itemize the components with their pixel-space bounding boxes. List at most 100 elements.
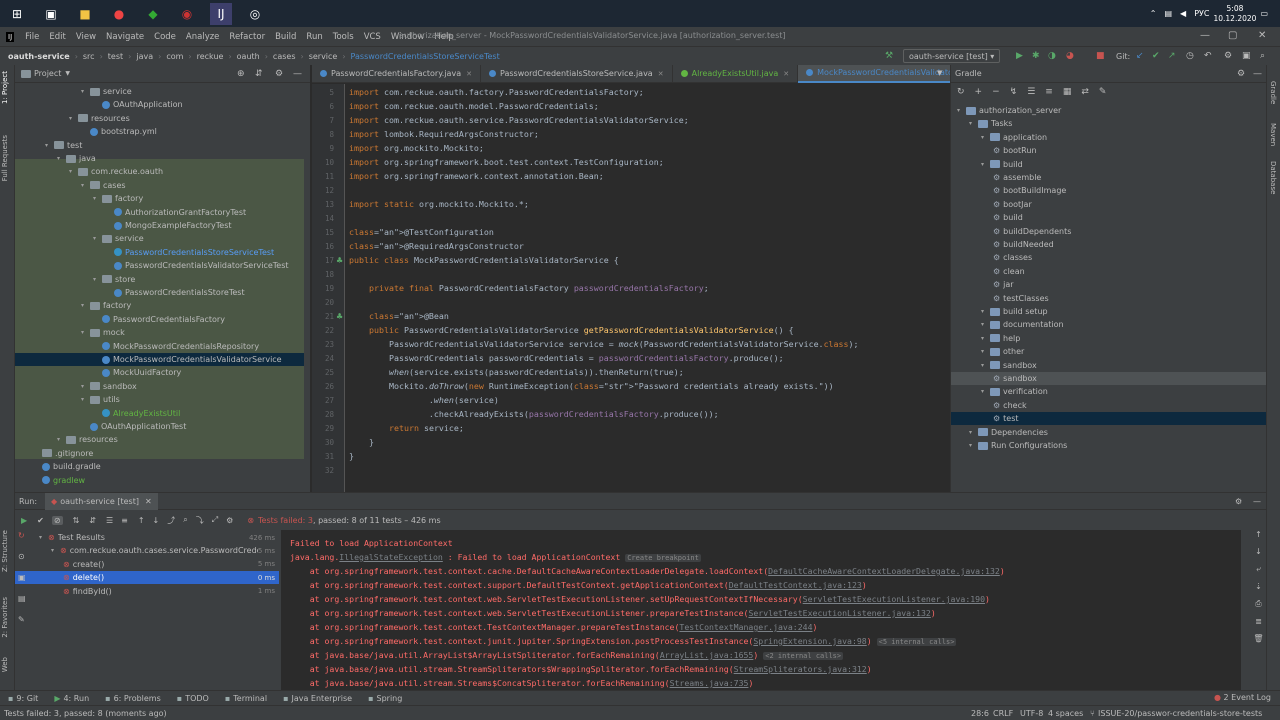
prev-fail-icon[interactable]: ↑ bbox=[138, 516, 145, 525]
file-encoding[interactable]: UTF-8 bbox=[1020, 709, 1043, 718]
stack-link[interactable]: SpringExtension.java:98 bbox=[753, 636, 866, 646]
gradle-tree-item[interactable]: ⚙ bootBuildImage bbox=[993, 184, 1066, 197]
code-line[interactable]: import com.reckue.oauth.service.Password… bbox=[349, 113, 689, 127]
gradle-tree-item[interactable]: ▾ help bbox=[981, 332, 1020, 345]
test-result-item[interactable]: ⊗ create() 5 ms bbox=[15, 558, 279, 571]
chevron-down-icon[interactable]: ▾ bbox=[981, 362, 987, 369]
camera-icon[interactable]: ▣ bbox=[18, 573, 26, 582]
project-tree-item[interactable]: ▾ com.reckue.oauth bbox=[69, 165, 163, 178]
code-line[interactable]: class="an">@Bean bbox=[349, 309, 449, 323]
expand-icon[interactable]: ☰ bbox=[106, 516, 113, 525]
project-tree-item[interactable]: .gitignore bbox=[33, 447, 93, 460]
export-icon[interactable]: ⤴ bbox=[167, 515, 175, 526]
chevron-down-icon[interactable]: ▾ bbox=[981, 321, 987, 328]
close-icon[interactable]: ✕ bbox=[658, 70, 664, 78]
project-tree-item[interactable]: ▾ resources bbox=[57, 433, 118, 446]
console-line[interactable]: at org.springframework.test.context.web.… bbox=[290, 592, 990, 606]
menu-analyze[interactable]: Analyze bbox=[186, 32, 220, 42]
wrench-icon[interactable]: ✎ bbox=[1099, 87, 1107, 97]
hide-icon[interactable]: — bbox=[293, 69, 302, 79]
bottom-tool-0[interactable]: ▪ 9: Git bbox=[8, 694, 38, 703]
console-pill[interactable]: <2 internal calls> bbox=[763, 652, 844, 660]
code-line[interactable]: .checkAlreadyExists(passwordCredentialsF… bbox=[349, 407, 719, 421]
down-icon[interactable]: ↓ bbox=[1255, 547, 1262, 556]
chevron-down-icon[interactable]: ▾ bbox=[969, 120, 975, 127]
chevron-down-icon[interactable]: ▾ bbox=[957, 107, 963, 114]
chevron-down-icon[interactable]: ▾ bbox=[93, 276, 99, 283]
remove-icon[interactable]: − bbox=[992, 87, 1000, 97]
console-line[interactable]: Failed to load ApplicationContext bbox=[290, 536, 453, 550]
coverage-icon[interactable]: ◑ bbox=[1048, 51, 1056, 61]
code-line[interactable]: class="an">@RequiredArgsConstructor bbox=[349, 239, 524, 253]
test-result-item[interactable]: ▾ ⊗ com.reckue.oauth.cases.service.Passwor… bbox=[15, 544, 279, 557]
project-tree-item[interactable]: ▾ factory bbox=[93, 192, 143, 205]
hide-icon[interactable]: — bbox=[1253, 69, 1262, 79]
chevron-down-icon[interactable]: ▾ bbox=[81, 383, 87, 390]
maximize-icon[interactable]: ▢ bbox=[1228, 30, 1237, 41]
code-line[interactable]: PasswordCredentials passwordCredentials … bbox=[349, 351, 784, 365]
chevron-down-icon[interactable]: ▾ bbox=[93, 195, 99, 202]
project-tree-item[interactable]: gradlew bbox=[33, 474, 85, 487]
chevron-down-icon[interactable]: ▾ bbox=[81, 182, 87, 189]
project-tree-item[interactable]: ▾ resources bbox=[69, 112, 130, 125]
project-tree-item[interactable]: MockPasswordCredentialsRepository bbox=[93, 340, 259, 353]
menu-navigate[interactable]: Navigate bbox=[106, 32, 144, 42]
project-tree-item[interactable]: ▾ test bbox=[45, 139, 82, 152]
chevron-down-icon[interactable]: ▾ bbox=[81, 329, 87, 336]
git-branch[interactable]: ISSUE-20/passwor-credentials-store-tests bbox=[1098, 709, 1262, 718]
console-line[interactable]: at java.base/java.util.stream.Streams$Co… bbox=[290, 676, 754, 690]
code-line[interactable]: private final PasswordCredentialsFactory… bbox=[349, 281, 709, 295]
bottom-tool-2[interactable]: ▪ 6: Problems bbox=[105, 694, 161, 703]
bean-gutter-icon[interactable]: ♣ bbox=[336, 256, 343, 265]
vtab-requests[interactable]: Full Requests bbox=[1, 135, 9, 181]
code-line[interactable]: return service; bbox=[349, 421, 464, 435]
run-config-select[interactable]: oauth-service [test] ▾ bbox=[903, 49, 1001, 63]
debug-icon[interactable]: ✱ bbox=[1032, 51, 1040, 61]
project-tree-item[interactable]: PasswordCredentialsFactory bbox=[93, 313, 225, 326]
vtab-favorites[interactable]: 2: Favorites bbox=[1, 597, 9, 638]
collapse-icon[interactable]: ≡ bbox=[121, 516, 128, 525]
show-ignored-icon[interactable]: ⊘ bbox=[51, 515, 63, 525]
gradle-tree-item[interactable]: ⚙ buildNeeded bbox=[993, 238, 1054, 251]
project-title[interactable]: Project bbox=[34, 69, 61, 78]
group-icon[interactable]: ▦ bbox=[1063, 87, 1072, 97]
gear-icon[interactable]: ⚙ bbox=[1237, 69, 1245, 79]
vtab-web[interactable]: Web bbox=[1, 657, 9, 672]
gradle-tree-item[interactable]: ⚙ testClasses bbox=[993, 292, 1049, 305]
rerun-failed-icon[interactable]: ↻ bbox=[18, 531, 26, 540]
code-line[interactable]: Mockito.doThrow(new RuntimeException(cla… bbox=[349, 379, 834, 393]
app-red-icon[interactable]: ◉ bbox=[176, 3, 198, 25]
search-icon[interactable]: ⌕ bbox=[1260, 51, 1265, 61]
layout-icon[interactable]: ▤ bbox=[18, 594, 26, 603]
chevron-down-icon[interactable]: ▾ bbox=[81, 302, 87, 309]
project-tree-item[interactable]: ▾ sandbox bbox=[81, 380, 137, 393]
gradle-tree-item[interactable]: ⚙ sandbox bbox=[951, 372, 1267, 385]
chevron-down-icon[interactable]: ▾ bbox=[969, 429, 975, 436]
project-tree-item[interactable]: ▾ java bbox=[57, 152, 96, 165]
bottom-tool-4[interactable]: ▪ Terminal bbox=[225, 694, 267, 703]
chevron-down-icon[interactable]: ▾ bbox=[81, 396, 87, 403]
console-output[interactable]: Failed to load ApplicationContext java.la… bbox=[281, 530, 1241, 691]
chevron-down-icon[interactable]: ▾ bbox=[981, 335, 987, 342]
offline-icon[interactable]: ⇄ bbox=[1081, 87, 1089, 97]
close-icon[interactable]: ✕ bbox=[1258, 30, 1266, 41]
console-pill[interactable]: Create breakpoint bbox=[625, 554, 701, 562]
stop-icon[interactable]: ■ bbox=[1096, 51, 1105, 61]
app-green-icon[interactable]: ◆ bbox=[142, 3, 164, 25]
intellij-icon[interactable]: IJ bbox=[210, 2, 232, 25]
chevron-down-icon[interactable]: ▼ bbox=[937, 69, 942, 77]
console-line[interactable]: at org.springframework.test.context.cach… bbox=[290, 564, 1005, 578]
stack-link[interactable]: Streams.java:735 bbox=[670, 678, 749, 688]
code-line[interactable]: .when(service) bbox=[349, 393, 499, 407]
git-update-icon[interactable]: ↙ bbox=[1136, 51, 1144, 61]
bottom-tool-5[interactable]: ▪ Java Enterprise bbox=[283, 694, 352, 703]
gradle-tree-item[interactable]: ▾ authorization_server bbox=[957, 104, 1061, 117]
project-tree-item[interactable]: OAuthApplicationTest bbox=[81, 420, 186, 433]
show-passed-icon[interactable]: ✔ bbox=[37, 516, 44, 525]
code-line[interactable]: import static org.mockito.Mockito.*; bbox=[349, 197, 529, 211]
chevron-down-icon[interactable]: ▾ bbox=[57, 436, 63, 443]
project-tree-item[interactable]: ▾ factory bbox=[81, 299, 131, 312]
code-line[interactable]: } bbox=[349, 449, 354, 463]
gear-icon[interactable]: ⚙ bbox=[275, 69, 283, 79]
chevron-down-icon[interactable]: ▾ bbox=[981, 161, 987, 168]
